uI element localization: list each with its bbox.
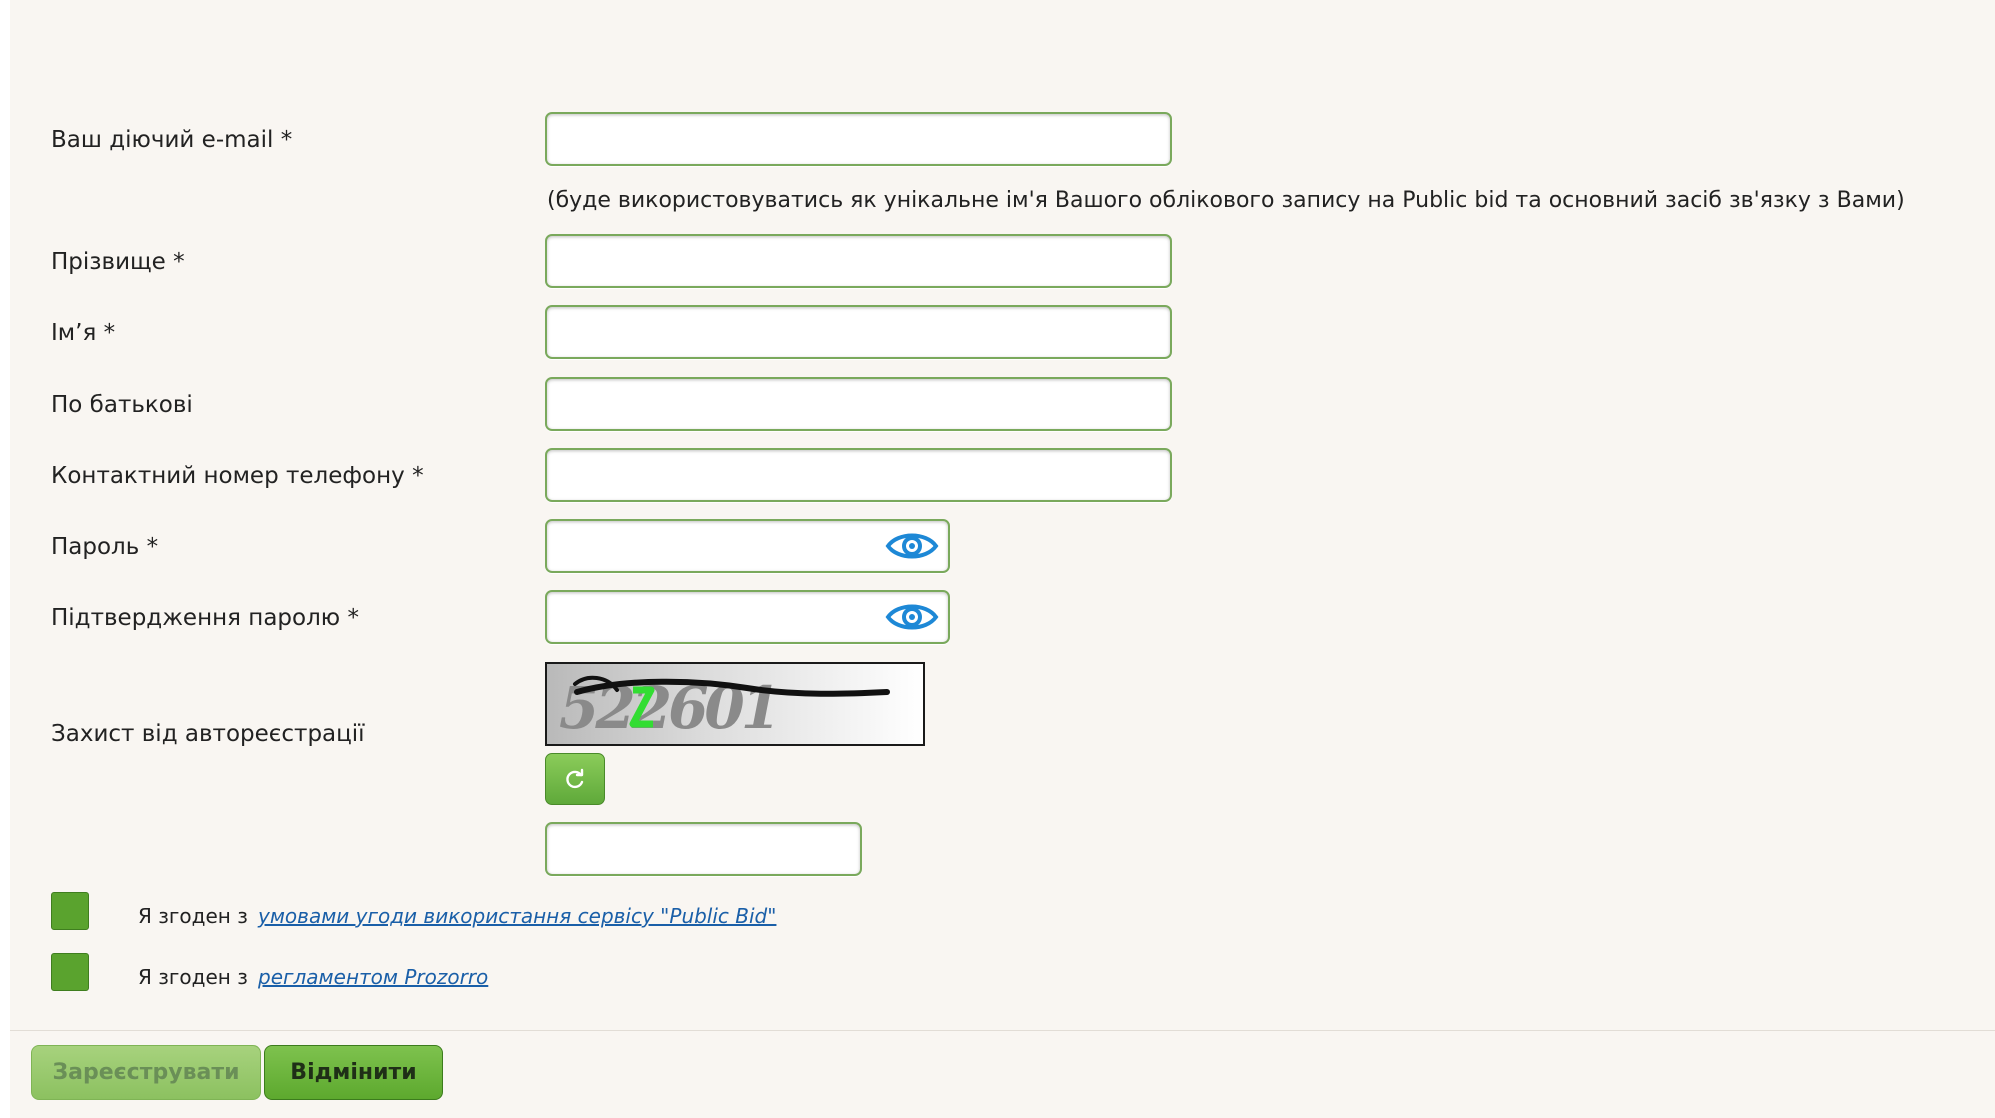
captcha-label: Захист від автореєстрації bbox=[51, 721, 365, 747]
registration-page: Ваш діючий e-mail * (буде використовуват… bbox=[10, 0, 1995, 1118]
email-field[interactable] bbox=[545, 112, 1172, 166]
refresh-icon bbox=[566, 768, 584, 789]
footer-divider bbox=[10, 1030, 1995, 1031]
captcha-input[interactable] bbox=[545, 822, 862, 876]
name-label: Ім’я * bbox=[51, 320, 116, 346]
phone-label: Контактний номер телефону * bbox=[51, 463, 424, 489]
email-hint: (буде використовуватись як унікальне ім'… bbox=[547, 188, 1905, 213]
name-field[interactable] bbox=[545, 305, 1172, 359]
captcha-refresh-button[interactable] bbox=[545, 753, 605, 805]
agree-regulation-prefix: Я згоден з bbox=[138, 965, 248, 989]
terms-link[interactable]: умовами угоди використання сервісу "Publ… bbox=[258, 902, 776, 930]
eye-icon[interactable] bbox=[885, 600, 939, 634]
register-button[interactable]: Зареєструвати bbox=[31, 1045, 261, 1100]
agree-terms-prefix: Я згоден з bbox=[138, 904, 248, 928]
surname-field[interactable] bbox=[545, 234, 1172, 288]
patronymic-field[interactable] bbox=[545, 377, 1172, 431]
captcha-image: 522601 bbox=[545, 662, 925, 746]
password-confirm-label: Підтвердження паролю * bbox=[51, 605, 359, 631]
agree-terms-checkbox[interactable] bbox=[51, 892, 89, 930]
patronymic-label: По батькові bbox=[51, 392, 193, 418]
regulation-link[interactable]: регламентом Prozorro bbox=[258, 963, 488, 991]
agree-regulation-checkbox[interactable] bbox=[51, 953, 89, 991]
surname-label: Прізвище * bbox=[51, 249, 185, 275]
eye-icon[interactable] bbox=[885, 529, 939, 563]
password-label: Пароль * bbox=[51, 534, 159, 560]
phone-field[interactable] bbox=[545, 448, 1172, 502]
cancel-button[interactable]: Відмінити bbox=[264, 1045, 443, 1100]
email-label: Ваш діючий e-mail * bbox=[51, 127, 293, 153]
